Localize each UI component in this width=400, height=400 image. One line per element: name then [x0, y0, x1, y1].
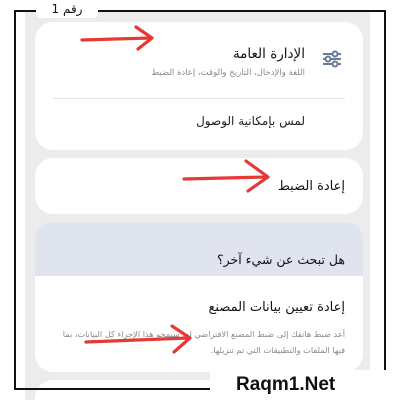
- frame-left-border: [14, 10, 16, 390]
- card-divider: [53, 98, 345, 99]
- looking-for-title: هل تبحث عن شيء آخر؟: [216, 252, 345, 267]
- phone-screen: الإدارة العامة اللغة والإدخال، التاريخ و…: [25, 12, 370, 400]
- sliders-icon: [323, 50, 341, 68]
- watermark-text: Raqm1.Net: [236, 374, 336, 395]
- step-number-badge: رقم 1: [36, 0, 98, 18]
- factory-reset-title: إعادة تعيين بيانات المصنع: [208, 300, 345, 315]
- general-management-title: الإدارة العامة: [232, 46, 305, 62]
- general-management-subtitle: اللغة والإدخال، التاريخ والوقت، إعادة ال…: [151, 68, 305, 78]
- reset-title: إعادة الضبط: [277, 179, 345, 194]
- frame-right-border: [384, 10, 386, 390]
- accessibility-item-partial[interactable]: لمس بإمكانية الوصول: [196, 114, 305, 128]
- arrow-annotation-reset: [182, 159, 270, 193]
- screenshot-frame: الإدارة العامة اللغة والإدخال، التاريخ و…: [0, 0, 400, 400]
- arrow-annotation-general: [80, 25, 154, 51]
- arrow-annotation-factory-reset: [84, 324, 192, 354]
- looking-for-header: هل تبحث عن شيء آخر؟: [35, 222, 363, 282]
- site-watermark: Raqm1.Net: [210, 370, 388, 400]
